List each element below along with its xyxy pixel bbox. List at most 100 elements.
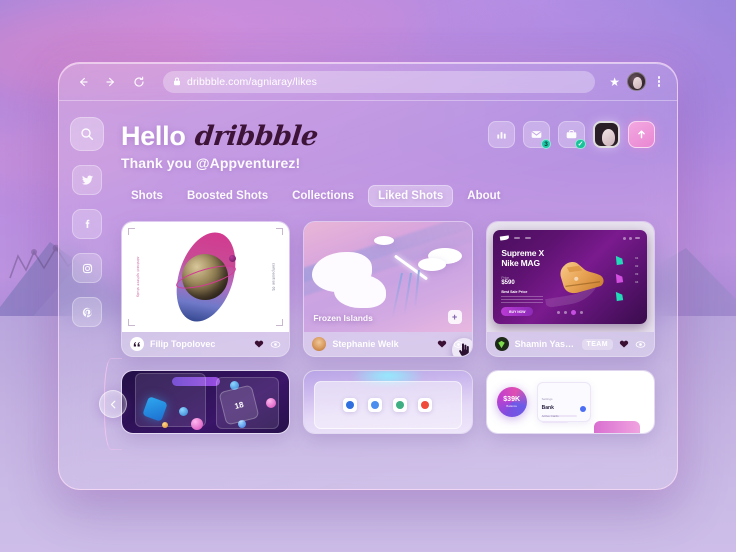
- artwork-sphere: [190, 418, 203, 431]
- shot-card[interactable]: Supreme X Nike MAG Price $590 Best Sale …: [485, 221, 655, 357]
- shot-thumbnail[interactable]: 18: [122, 371, 290, 433]
- shot-footer: Shamin Yassar TEAM: [486, 332, 654, 356]
- account-avatar-button[interactable]: [593, 121, 620, 148]
- cta-label: BUY NOW: [509, 309, 526, 314]
- cart-icon: [629, 236, 633, 240]
- jobs-button[interactable]: ✓: [558, 121, 586, 149]
- tab-shots[interactable]: Shots: [121, 185, 173, 207]
- slider-number: 03: [634, 271, 639, 276]
- greeting-line: Hello dribbble: [121, 121, 319, 152]
- hand-cursor-icon: [451, 338, 472, 356]
- url-text: dribbble.com/agniaray/likes: [187, 75, 317, 88]
- slider-number: 04: [634, 279, 639, 284]
- artwork-side-text-left: abstract sphere study: [136, 256, 140, 298]
- greeting-block: Hello dribbble Thank you @Appventurez!: [121, 119, 319, 171]
- shot-card[interactable]: Frozen Islands + Stephanie Welk: [303, 221, 473, 357]
- page-title: Hello: [121, 121, 186, 151]
- browser-window: dribbble.com/agniaray/likes ★ Hello drib…: [58, 62, 678, 490]
- author-name: Filip Topolovec: [150, 339, 216, 349]
- panel-footer: Active Cards: [541, 414, 559, 418]
- star-icon[interactable]: ★: [609, 75, 620, 89]
- eye-icon[interactable]: [270, 339, 281, 350]
- reload-icon[interactable]: [129, 72, 149, 92]
- globe-icon: [368, 398, 383, 413]
- upload-shot-button[interactable]: [628, 121, 655, 148]
- nav-placeholder: [525, 237, 532, 240]
- shot-card[interactable]: 18: [121, 370, 291, 434]
- shot-card[interactable]: $39K Balance Settings Bank Active Cards: [485, 370, 655, 434]
- star-icon: [418, 398, 433, 413]
- chevron-left-icon: [110, 400, 115, 408]
- clock-icon: [343, 398, 358, 413]
- artwork-slider: 01 02 03 04: [635, 256, 638, 284]
- artwork-gradient-card: [593, 421, 640, 433]
- corner-mark: [128, 319, 135, 326]
- nav-placeholder: [514, 237, 521, 240]
- team-badge: TEAM: [581, 338, 613, 350]
- artwork-sphere: [162, 421, 169, 428]
- corner-mark: [276, 228, 284, 235]
- url-bar[interactable]: dribbble.com/agniaray/likes: [163, 70, 596, 93]
- slider-number: 01: [634, 255, 639, 260]
- page-header: Hello dribbble Thank you @Appventurez! 3: [121, 119, 655, 171]
- artwork-sphere: [178, 406, 188, 416]
- shot-thumbnail[interactable]: $39K Balance Settings Bank Active Cards: [486, 371, 654, 433]
- author-avatar[interactable]: [494, 337, 509, 351]
- balance-orb: $39K Balance: [496, 387, 527, 417]
- buy-now-button: BUY NOW: [501, 307, 534, 317]
- messages-button[interactable]: 3: [523, 121, 551, 149]
- artwork-side-text-right: composition 01: [271, 262, 276, 292]
- shot-title: Frozen Islands: [313, 313, 373, 323]
- shot-card[interactable]: abstract sphere study composition 01 Fil…: [121, 221, 291, 357]
- page-content: Hello dribbble Thank you @Appventurez! 3: [59, 101, 677, 489]
- stats-button[interactable]: [488, 121, 515, 148]
- panel-line: [541, 421, 569, 423]
- artwork-body-text: [501, 295, 544, 305]
- headline-line-2: Nike MAG: [501, 257, 540, 268]
- corner-mark: [128, 228, 135, 235]
- headline-line-1: Supreme X: [501, 247, 544, 258]
- corner-mark: [276, 319, 284, 326]
- artwork-trail: [403, 272, 412, 315]
- instagram-icon[interactable]: [72, 253, 102, 283]
- balance-label: Balance: [506, 404, 518, 408]
- search-icon[interactable]: [70, 117, 104, 151]
- author-name: Stephanie Welk: [332, 339, 399, 349]
- kebab-menu-icon[interactable]: [653, 75, 665, 89]
- shot-card[interactable]: [303, 370, 473, 434]
- nav-right-icons: [623, 236, 641, 240]
- shot-thumbnail[interactable]: Frozen Islands +: [304, 222, 472, 332]
- artwork-sneaker: [560, 262, 604, 294]
- artwork-thumbnails: [614, 254, 625, 303]
- heart-icon[interactable]: [254, 339, 264, 349]
- tab-boosted-shots[interactable]: Boosted Shots: [177, 185, 278, 207]
- pinterest-icon[interactable]: [72, 297, 102, 327]
- forward-arrow-icon[interactable]: [101, 72, 121, 92]
- collapse-sidebar-button[interactable]: [99, 390, 127, 418]
- author-name: Shamin Yassar: [514, 339, 576, 349]
- author-avatar[interactable]: [130, 337, 144, 351]
- jobs-badge: ✓: [575, 139, 586, 149]
- thumb-sneaker: [616, 273, 624, 283]
- balance-value: $39K: [503, 396, 521, 403]
- twitter-icon[interactable]: [72, 165, 102, 195]
- heart-icon[interactable]: [619, 339, 629, 349]
- plus-save-icon[interactable]: +: [447, 310, 462, 324]
- shot-thumbnail[interactable]: [304, 371, 472, 433]
- heart-icon[interactable]: [437, 339, 447, 349]
- subtitle: Thank you @Appventurez!: [121, 155, 301, 171]
- thumb-sneaker: [616, 291, 624, 301]
- pagination-dot-active: [571, 310, 577, 316]
- tab-collections[interactable]: Collections: [282, 185, 364, 207]
- artwork-nike-screen: Supreme X Nike MAG Price $590 Best Sale …: [493, 229, 648, 325]
- shot-thumbnail[interactable]: abstract sphere study composition 01: [122, 222, 290, 332]
- facebook-icon[interactable]: [72, 209, 102, 239]
- back-arrow-icon[interactable]: [73, 72, 93, 92]
- chrome-right-controls: ★: [609, 72, 665, 91]
- tab-liked-shots[interactable]: Liked Shots: [368, 185, 454, 207]
- profile-avatar-icon[interactable]: [627, 72, 646, 91]
- author-avatar[interactable]: [312, 337, 327, 351]
- tab-about[interactable]: About: [457, 185, 510, 207]
- eye-icon[interactable]: [635, 339, 646, 350]
- shot-thumbnail[interactable]: Supreme X Nike MAG Price $590 Best Sale …: [486, 222, 654, 332]
